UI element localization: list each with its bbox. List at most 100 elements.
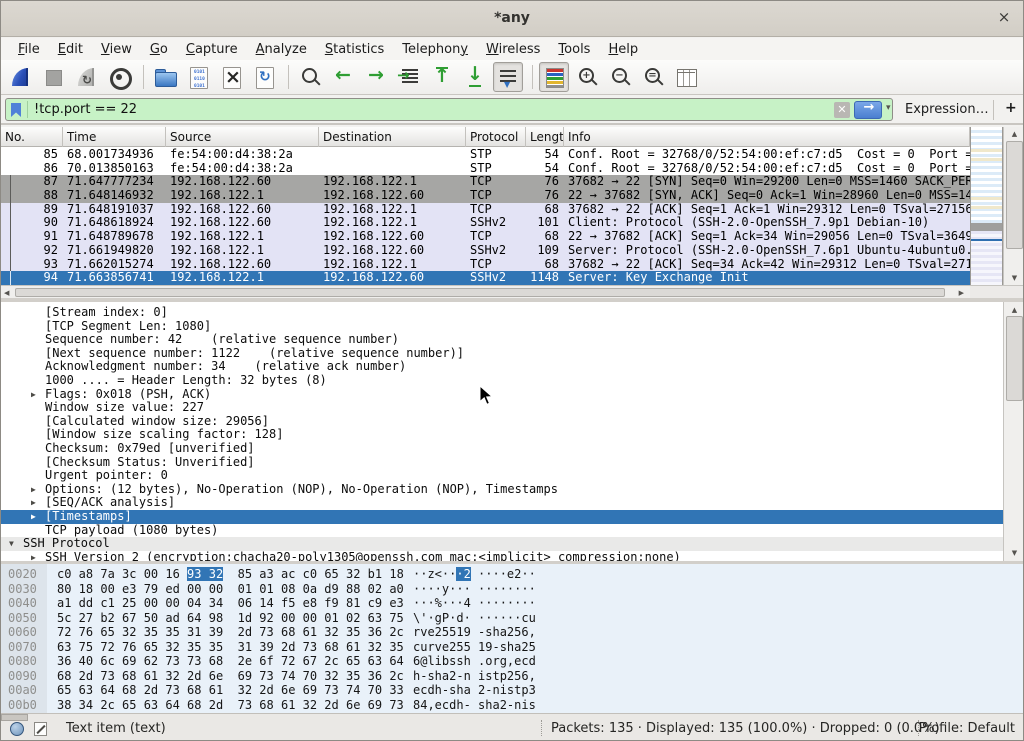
stop-capture-button[interactable] [38,62,68,92]
detail-line[interactable]: Urgent pointer: 0 [1,469,1003,483]
hex-row[interactable]: 009068 2d 73 68 61 32 2d 6e 69 73 74 70 … [1,669,1023,684]
hex-ascii[interactable]: h-sha2-n istp256, [413,669,536,684]
detail-line[interactable]: Acknowledgment number: 34 (relative ack … [1,360,1003,374]
expand-arrow-icon[interactable]: ▶ [31,510,36,524]
scroll-down-icon[interactable]: ▼ [1004,274,1023,282]
zoom-out-button[interactable] [605,62,635,92]
packet-row[interactable]: 8670.013850163fe:54:00:d4:38:2aSTP54Conf… [1,162,970,176]
detail-line[interactable]: [Calculated window size: 29056] [1,415,1003,429]
restart-capture-button[interactable] [71,62,101,92]
hex-row[interactable]: 008036 40 6c 69 62 73 73 68 2e 6f 72 67 … [1,654,1023,669]
hex-row[interactable]: 0020c0 a8 7a 3c 00 16 93 32 85 a3 ac c0 … [1,567,1023,582]
expression-button[interactable]: Expression… [905,102,989,117]
scroll-down-icon[interactable]: ▼ [1004,549,1024,557]
hex-ascii[interactable]: ecdh-sha 2-nistp3 [413,683,536,698]
scroll-thumb-horizontal[interactable] [15,288,945,297]
detail-line[interactable]: 1000 .... = Header Length: 32 bytes (8) [1,374,1003,388]
close-file-button[interactable] [216,62,246,92]
detail-line[interactable]: ▶Options: (12 bytes), No-Operation (NOP)… [1,483,1003,497]
packet-list-hscrollbar[interactable]: ◀ ▶ [1,285,970,298]
menu-capture[interactable]: Capture [177,40,247,59]
colorize-button[interactable] [539,62,569,92]
go-first-button[interactable] [427,62,457,92]
zoom-original-button[interactable] [638,62,668,92]
detail-line[interactable]: ▼SSH Protocol [1,537,1003,551]
hex-bytes[interactable]: 63 75 72 76 65 32 35 35 31 39 2d 73 68 6… [57,640,404,655]
hex-ascii[interactable]: \'·gP·d· ······cu [413,611,536,626]
detail-line[interactable]: [TCP Segment Len: 1080] [1,320,1003,334]
detail-line[interactable]: [Window size scaling factor: 128] [1,428,1003,442]
menu-view[interactable]: View [92,40,141,59]
hex-ascii[interactable]: 6@libssh .org,ecd [413,654,536,669]
packet-row[interactable]: 8871.648146932192.168.122.1192.168.122.6… [1,189,970,203]
hex-ascii[interactable]: 84,ecdh- sha2-nis [413,698,536,713]
filter-bookmark-icon[interactable] [11,103,21,117]
open-file-button[interactable] [150,62,180,92]
menu-file[interactable]: File [9,40,49,59]
hex-bytes[interactable]: 5c 27 b2 67 50 ad 64 98 1d 92 00 00 01 0… [57,611,404,626]
hex-ascii[interactable]: ···%···4 ········ [413,596,536,611]
packet-row[interactable]: 9071.648618924192.168.122.60192.168.122.… [1,216,970,230]
menu-tools[interactable]: Tools [549,40,599,59]
capture-comment-icon[interactable] [34,722,47,736]
start-capture-button[interactable] [5,62,35,92]
go-forward-button[interactable] [361,62,391,92]
go-back-button[interactable] [328,62,358,92]
detail-line[interactable]: Window size value: 227 [1,401,1003,415]
detail-line[interactable]: Checksum: 0x79ed [unverified] [1,442,1003,456]
menu-help[interactable]: Help [599,40,647,59]
hex-bytes[interactable]: 72 76 65 32 35 35 31 39 2d 73 68 61 32 3… [57,625,404,640]
hex-row[interactable]: 007063 75 72 76 65 32 35 35 31 39 2d 73 … [1,640,1023,655]
hex-bytes[interactable]: 36 40 6c 69 62 73 73 68 2e 6f 72 67 2c 6… [57,654,404,669]
resize-columns-button[interactable] [671,62,701,92]
packet-row[interactable]: 8971.648191037192.168.122.60192.168.122.… [1,203,970,217]
menu-analyze[interactable]: Analyze [247,40,316,59]
details-vscrollbar[interactable]: ▲ ▼ [1003,302,1024,561]
filter-apply-button[interactable]: → [854,101,882,119]
packet-list-vscrollbar[interactable]: ▲ ▼ [1003,127,1023,285]
detail-line[interactable]: [Stream index: 0] [1,306,1003,320]
expand-arrow-icon[interactable]: ▶ [31,388,36,402]
hex-bytes[interactable]: a1 dd c1 25 00 00 04 34 06 14 f5 e8 f9 8… [57,596,404,611]
scroll-up-icon[interactable]: ▲ [1004,306,1024,314]
packet-row[interactable]: 8568.001734936fe:54:00:d4:38:2aSTP54Conf… [1,148,970,162]
display-filter-input[interactable]: !tcp.port == 22 ✕ → ▾ [5,98,893,121]
packet-row[interactable]: 9271.661949820192.168.122.1192.168.122.6… [1,244,970,258]
packet-row[interactable]: 9471.663856741192.168.122.1192.168.122.6… [1,271,970,285]
intelligent-scrollbar-minimap[interactable] [970,127,1003,285]
close-window-button[interactable]: × [995,9,1013,27]
column-header-time[interactable]: Time [63,127,166,147]
reload-file-button[interactable] [249,62,279,92]
hex-bytes[interactable]: 68 2d 73 68 61 32 2d 6e 69 73 74 70 32 3… [57,669,404,684]
hex-row[interactable]: 0040a1 dd c1 25 00 00 04 34 06 14 f5 e8 … [1,596,1023,611]
hex-bytes[interactable]: 80 18 00 e3 79 ed 00 00 01 01 08 0a d9 8… [57,582,404,597]
hex-row[interactable]: 00a065 63 64 68 2d 73 68 61 32 2d 6e 69 … [1,683,1023,698]
detail-line[interactable]: ▶[SEQ/ACK analysis] [1,496,1003,510]
hex-ascii[interactable]: ··z<···2 ····e2·· [413,567,536,582]
expert-info-icon[interactable] [10,722,24,736]
hex-bytes[interactable]: c0 a8 7a 3c 00 16 93 32 85 a3 ac c0 65 3… [57,567,404,582]
scroll-left-icon[interactable]: ◀ [4,289,9,297]
menu-go[interactable]: Go [141,40,177,59]
detail-line[interactable]: [Next sequence number: 1122 (relative se… [1,347,1003,361]
hex-ascii[interactable]: rve25519 -sha256, [413,625,536,640]
detail-line[interactable]: TCP payload (1080 bytes) [1,524,1003,538]
ascii-selected-chars[interactable]: ·2 [456,567,470,581]
column-header-protocol[interactable]: Protocol [466,127,526,147]
expand-arrow-icon[interactable]: ▶ [31,551,36,561]
hex-selected-bytes[interactable]: 93 32 [187,567,223,581]
title-bar[interactable]: *any × [1,1,1023,37]
zoom-in-button[interactable] [572,62,602,92]
hex-row[interactable]: 006072 76 65 32 35 35 31 39 2d 73 68 61 … [1,625,1023,640]
collapse-arrow-icon[interactable]: ▼ [9,537,14,551]
find-packet-button[interactable] [295,62,325,92]
go-last-button[interactable] [460,62,490,92]
column-header-no[interactable]: No. [1,127,63,147]
hex-row[interactable]: 003080 18 00 e3 79 ed 00 00 01 01 08 0a … [1,582,1023,597]
hex-ascii[interactable]: curve255 19-sha25 [413,640,536,655]
filter-text[interactable]: !tcp.port == 22 [34,102,137,117]
detail-line[interactable]: [Checksum Status: Unverified] [1,456,1003,470]
detail-line[interactable]: ▶Flags: 0x018 (PSH, ACK) [1,388,1003,402]
menu-edit[interactable]: Edit [49,40,92,59]
scroll-thumb[interactable] [1006,141,1023,249]
